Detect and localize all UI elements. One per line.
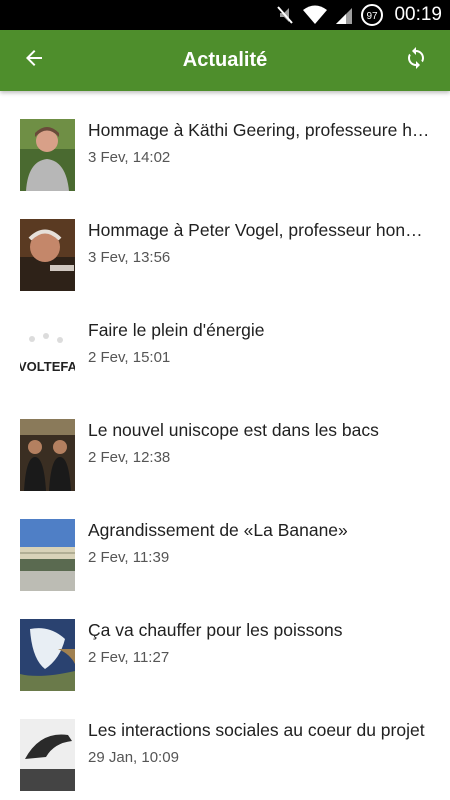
page-title: Actualité [182,49,268,71]
news-title: Les interactions sociales au coeur du pr… [88,720,425,740]
news-item[interactable]: Agrandissement de «La Banane» 2 Fev, 11:… [0,491,450,591]
refresh-button[interactable] [394,40,438,81]
news-item[interactable]: Le nouvel uniscope est dans les bacs 2 F… [0,391,450,491]
news-thumbnail [20,419,75,491]
svg-text:VOLTEFAC: VOLTEFAC [20,359,75,374]
news-thumbnail [20,119,75,191]
refresh-icon [404,46,428,75]
mute-icon [274,4,296,26]
news-date: 3 Fev, 14:02 [88,149,171,166]
news-date: 2 Fev, 11:27 [88,649,170,666]
news-thumbnail [20,219,75,291]
news-thumbnail [20,519,75,591]
status-bar: 97 00:19 [0,0,450,30]
news-item[interactable]: Ça va chauffer pour les poissons 2 Fev, … [0,591,450,691]
news-title: Faire le plein d'énergie [88,320,265,340]
news-date: 29 Jan, 10:09 [88,749,179,766]
news-item[interactable]: Les interactions sociales au coeur du pr… [0,691,450,791]
news-title: Le nouvel uniscope est dans les bacs [88,420,379,440]
news-title: Hommage à Käthi Geering, professeure hon… [88,120,430,140]
news-thumbnail [20,719,75,791]
wifi-icon [302,4,328,26]
news-date: 2 Fev, 12:38 [88,449,171,466]
news-date: 2 Fev, 11:39 [88,549,170,566]
news-item[interactable]: Hommage à Käthi Geering, professeure hon… [0,91,450,191]
news-title: Hommage à Peter Vogel, professeur honora… [88,220,430,240]
app-bar: Actualité [0,30,450,91]
news-thumbnail: VOLTEFAC [20,319,75,391]
news-title: Agrandissement de «La Banane» [88,520,348,540]
news-date: 3 Fev, 13:56 [88,249,171,266]
news-item[interactable]: Hommage à Peter Vogel, professeur honora… [0,191,450,291]
news-title: Ça va chauffer pour les poissons [88,620,343,640]
news-list: Hommage à Käthi Geering, professeure hon… [0,91,450,800]
news-item[interactable]: VOLTEFAC Faire le plein d'énergie 2 Fev,… [0,291,450,391]
battery-icon: 97 [360,3,384,27]
battery-level-text: 97 [367,11,379,22]
status-time: 00:19 [394,4,442,25]
news-thumbnail [20,619,75,691]
news-date: 2 Fev, 15:01 [88,349,171,366]
signal-icon [334,4,354,26]
